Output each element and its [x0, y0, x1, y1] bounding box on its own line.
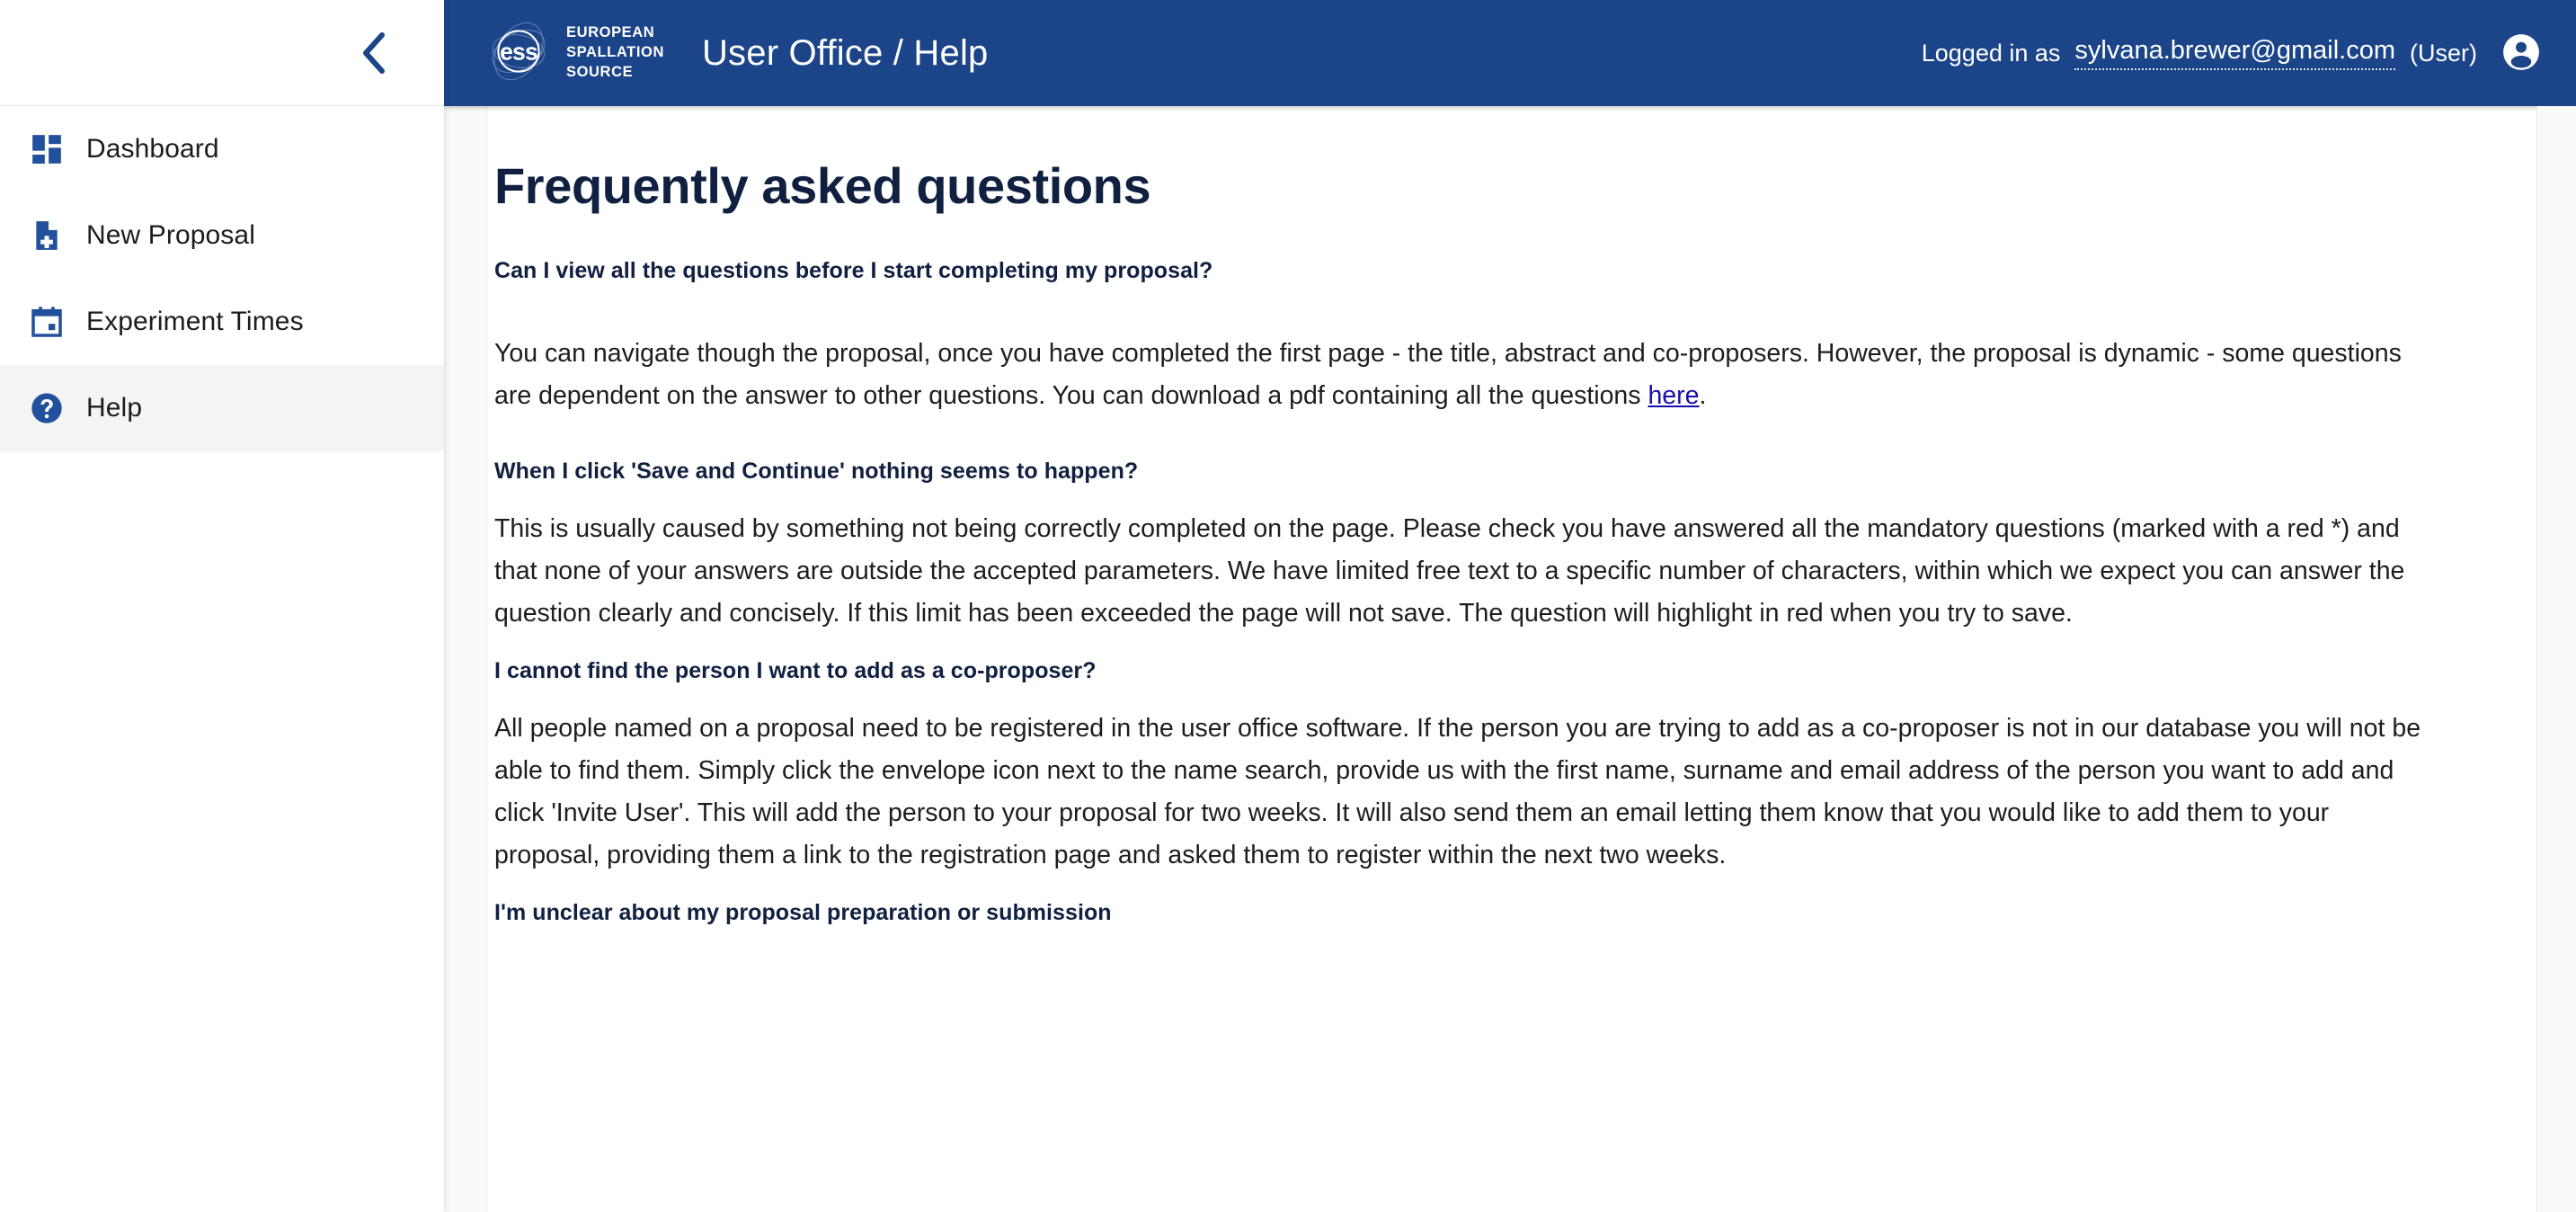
sidebar-collapse-button[interactable] — [342, 20, 408, 86]
content-left-gutter — [444, 106, 487, 1212]
sidebar-item-help[interactable]: Help — [0, 365, 444, 451]
page-title: Frequently asked questions — [494, 157, 1151, 214]
faq-question-4: I'm unclear about my proposal preparatio… — [494, 900, 1112, 925]
faq-question-1: Can I view all the questions before I st… — [494, 258, 1213, 283]
chevron-left-icon — [360, 30, 390, 76]
brand-word-1: EUROPEAN — [566, 24, 655, 41]
faq-answer-1: You can navigate though the proposal, on… — [494, 333, 2427, 417]
sidebar-item-label: New Proposal — [86, 220, 255, 250]
content-scroll-area[interactable]: Frequently asked questions Can I view al… — [444, 106, 2576, 1212]
faq-question-2: When I click 'Save and Continue' nothing… — [494, 459, 1139, 484]
sidebar: Dashboard New Proposal Experiment Times … — [0, 0, 444, 1212]
calendar-icon — [29, 304, 86, 340]
brand-word-2: SPALLATION — [566, 44, 664, 61]
dashboard-icon — [29, 131, 86, 167]
faq-question-3: I cannot find the person I want to add a… — [494, 658, 1097, 683]
sidebar-item-label: Experiment Times — [86, 307, 304, 336]
user-area: Logged in as sylvana.brewer@gmail.com (U… — [1922, 31, 2542, 76]
account-circle-icon — [2500, 31, 2542, 76]
sidebar-item-label: Help — [86, 393, 143, 423]
sidebar-item-experiment-times[interactable]: Experiment Times — [0, 279, 444, 365]
app-header: ess EUROPEAN SPALLATION SOURCE User Offi… — [444, 0, 2576, 106]
sidebar-item-dashboard[interactable]: Dashboard — [0, 106, 444, 192]
svg-text:ess: ess — [500, 38, 537, 65]
faq-answer-3: All people named on a proposal need to b… — [494, 714, 2421, 869]
page-title-header: User Office / Help — [701, 32, 989, 73]
user-role-label: (User) — [2410, 39, 2477, 67]
sidebar-header — [0, 0, 444, 106]
faq-answer-1-link[interactable]: here — [1648, 381, 1699, 410]
faq-answer-1-text-before: You can navigate though the proposal, on… — [494, 339, 2402, 410]
main-region: ess EUROPEAN SPALLATION SOURCE User Offi… — [444, 0, 2576, 1212]
sidebar-item-label: Dashboard — [86, 134, 219, 164]
faq-answer-2: This is usually caused by something not … — [494, 514, 2405, 628]
page-scrollbar[interactable] — [2536, 106, 2576, 1212]
sidebar-item-new-proposal[interactable]: New Proposal — [0, 192, 444, 279]
brand-word-3: SOURCE — [566, 63, 634, 80]
app-root: Dashboard New Proposal Experiment Times … — [0, 0, 2576, 1212]
account-menu-button[interactable] — [2500, 31, 2542, 76]
ess-logo-icon: ess — [484, 16, 554, 91]
note-add-icon — [29, 218, 86, 254]
faq-content: Frequently asked questions Can I view al… — [444, 106, 2502, 962]
logged-in-label: Logged in as — [1921, 39, 2061, 67]
brand-logo: ess EUROPEAN SPALLATION SOURCE — [484, 16, 664, 91]
user-email-select[interactable]: sylvana.brewer@gmail.com — [2074, 36, 2395, 70]
brand-wordmark: EUROPEAN SPALLATION SOURCE — [566, 23, 664, 82]
sidebar-nav: Dashboard New Proposal Experiment Times … — [0, 106, 444, 451]
help-circle-icon — [29, 390, 86, 426]
faq-answer-1-text-after: . — [1699, 381, 1707, 410]
